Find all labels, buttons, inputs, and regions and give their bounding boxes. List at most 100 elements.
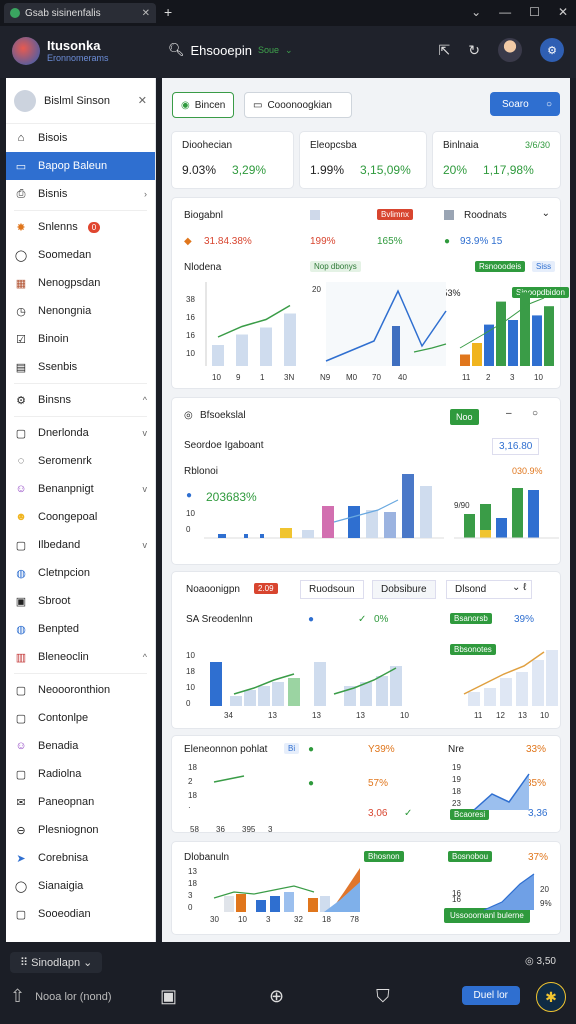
profile-avatar (14, 89, 36, 112)
chevron-down-icon[interactable]: ⌄ ℓ (512, 582, 526, 593)
sidebar-divider (14, 383, 147, 384)
new-tab-icon[interactable]: + (164, 4, 172, 20)
sidebar-item-label: Binoin (38, 333, 69, 345)
chevron-icon[interactable]: ^ (143, 395, 147, 405)
sidebar-divider (14, 210, 147, 211)
toolbar-button-secondary[interactable]: ▭ Cooonoogkian (244, 92, 352, 118)
x-tick-label: 58 (190, 825, 199, 834)
sidebar-item[interactable]: ▢ Neoooronthion (6, 676, 155, 704)
panel-title: Biogabnl (184, 210, 223, 221)
sidebar-item[interactable]: ⌂ Bisois (6, 124, 155, 152)
chevron-icon[interactable]: v (143, 540, 148, 550)
sidebar-item[interactable]: ▦ Nenogpsdan (6, 269, 155, 297)
chevron-down-icon[interactable]: ⌄ (542, 208, 550, 219)
sidebar-item[interactable]: ➤ Corebnisa (6, 844, 155, 872)
profile-name: Bislml Sinson (44, 94, 111, 107)
stat-card[interactable]: Binlnaia 3/6/30 20% 1,17,98% (433, 132, 560, 188)
settings-button[interactable]: ⚙ (540, 38, 564, 62)
sidebar-item[interactable]: ▢ Contonlpe (6, 704, 155, 732)
sidebar-item[interactable]: ◷ Nenongnia (6, 297, 155, 325)
sidebar-item[interactable]: ◌ Seromenrk (6, 447, 155, 475)
sidebar-item[interactable]: ☺ Benadia (6, 732, 155, 760)
x-tick-label: 10 (212, 373, 221, 382)
sidebar-item[interactable]: ☻ Coongepoal (6, 503, 155, 531)
header-search[interactable]: 🔍︎ Ehsooepin Soue ⌄ (168, 42, 293, 58)
chevron-icon[interactable]: v (143, 428, 148, 438)
x-tick-label: 11 (462, 373, 471, 382)
sidebar-item[interactable]: ✸ Snlenns 0 (6, 213, 155, 241)
sidebar-item[interactable]: ⚙ Binsns ^ (6, 386, 155, 414)
sidebar-item[interactable]: ◯ Soomedan (6, 241, 155, 269)
chevron-icon[interactable]: ^ (143, 652, 147, 662)
y-tick-label: 13 (188, 867, 197, 876)
x-tick-label: 34 (224, 711, 233, 720)
y-tick-label: 16 (186, 331, 195, 340)
y-tick-label: · (188, 803, 191, 812)
browser-tab[interactable]: Gsab sisinenfalis ✕ (4, 3, 156, 23)
stat-title: Binlnaia (443, 140, 479, 151)
maximize-icon[interactable]: ☐ (529, 5, 540, 19)
search-button[interactable]: Soaro ○ (490, 92, 560, 116)
stat-card[interactable]: Eleopcsba 1.99% 3,15,09% (300, 132, 426, 188)
minus-icon[interactable]: – (506, 408, 512, 419)
tab-segment[interactable]: Dobsibure (372, 580, 436, 599)
refresh-icon[interactable]: ↻ (468, 42, 480, 59)
shield-icon[interactable]: ⛉ (376, 986, 390, 1007)
sidebar-item[interactable]: ▥ Bleneoclin ^ (6, 643, 155, 671)
panel-action-button[interactable]: Noo (450, 409, 479, 425)
bar (302, 530, 314, 538)
bar (480, 530, 491, 538)
square-icon (444, 210, 454, 220)
sidebar-item[interactable]: ▤ Ssenbis (6, 353, 155, 381)
bottom-menu-button[interactable]: ⠿ Sinodlapn ⌄ (10, 952, 103, 973)
sidebar-item[interactable]: ▢ Radiolna (6, 760, 155, 788)
avatar[interactable] (498, 38, 522, 62)
y-tick-label: 10 (186, 683, 195, 692)
sidebar-item[interactable]: ▢ Dnerlonda v (6, 419, 155, 447)
sidebar-item-label: Seromenrk (38, 455, 92, 467)
bar (500, 678, 512, 706)
sidebar-item[interactable]: ☺ Benanpnigt v (6, 475, 155, 503)
sidebar-item[interactable]: ▣ Sbroot (6, 587, 155, 615)
sidebar-item[interactable]: ◯ Sianaigia (6, 872, 155, 900)
close-icon[interactable]: ✕ (558, 5, 568, 19)
performance-chart: 18 2 18 · 58 36 395 3 19 19 18 23 (188, 763, 530, 834)
add-icon[interactable]: ⊕ (269, 986, 284, 1007)
stat-card[interactable]: Dioohecian 9.03% 3,29% (172, 132, 293, 188)
x-tick-label: 13 (268, 711, 277, 720)
search-icon[interactable]: ○ (532, 408, 538, 419)
sidebar-close-icon[interactable]: ✕ (138, 94, 147, 107)
chevron-icon[interactable]: › (144, 189, 147, 199)
bar (244, 534, 248, 538)
toolbar-button-primary[interactable]: ◉ Bincen (172, 92, 234, 118)
bottom-action-button[interactable]: Duel lor (461, 986, 520, 1005)
sidebar-item[interactable]: ▭ Bapop Baleun (6, 152, 155, 180)
assistant-icon[interactable]: ✱ (536, 982, 566, 1012)
bottom-bar: ⠿ Sinodlapn ⌄ ◎ 3,50 ⇧ Nooa lor (nond) ▣… (0, 942, 576, 1024)
sidebar-item[interactable]: ◍ Cletnpcion (6, 559, 155, 587)
tab-close-icon[interactable]: ✕ (142, 8, 150, 19)
bottom-search[interactable]: ⇧ Nooa lor (nond) (10, 986, 112, 1007)
kpi-value: 199% (310, 236, 336, 247)
tab-segment[interactable]: Ruodsoun (300, 580, 364, 599)
sidebar-item[interactable]: ▢ Sooeodian (6, 900, 155, 928)
sidebar-item-label: Ilbedand (38, 539, 81, 551)
dropdown-icon[interactable]: ⌄ (471, 5, 481, 19)
y-tick-label: 19 (452, 763, 461, 772)
toolbar: ◉ Bincen ▭ Cooonoogkian Soaro ○ (172, 92, 560, 118)
sidebar-item[interactable]: ▢ Ilbedand v (6, 531, 155, 559)
minimize-icon[interactable]: — (499, 5, 511, 19)
tab-icon[interactable]: ▣ (160, 986, 177, 1007)
y-tick-label: 19 (452, 775, 461, 784)
chevron-icon[interactable]: v (143, 484, 148, 494)
chevron-down-icon[interactable]: ⌄ (285, 45, 293, 56)
sidebar-item[interactable]: ☑ Binoin (6, 325, 155, 353)
share-icon[interactable]: ⇱ (439, 42, 451, 59)
doc-icon: ▭ (253, 99, 263, 111)
gear-icon: ⚙ (16, 394, 26, 407)
sidebar-item[interactable]: ⊖ Plesniognon (6, 816, 155, 844)
sidebar-item[interactable]: ✉ Paneopnan (6, 788, 155, 816)
tab-segment[interactable]: Noaoonigpn (186, 584, 240, 595)
sidebar-item[interactable]: ◍ Benpted (6, 615, 155, 643)
sidebar-item[interactable]: ⎙ Bisnis › (6, 180, 155, 208)
